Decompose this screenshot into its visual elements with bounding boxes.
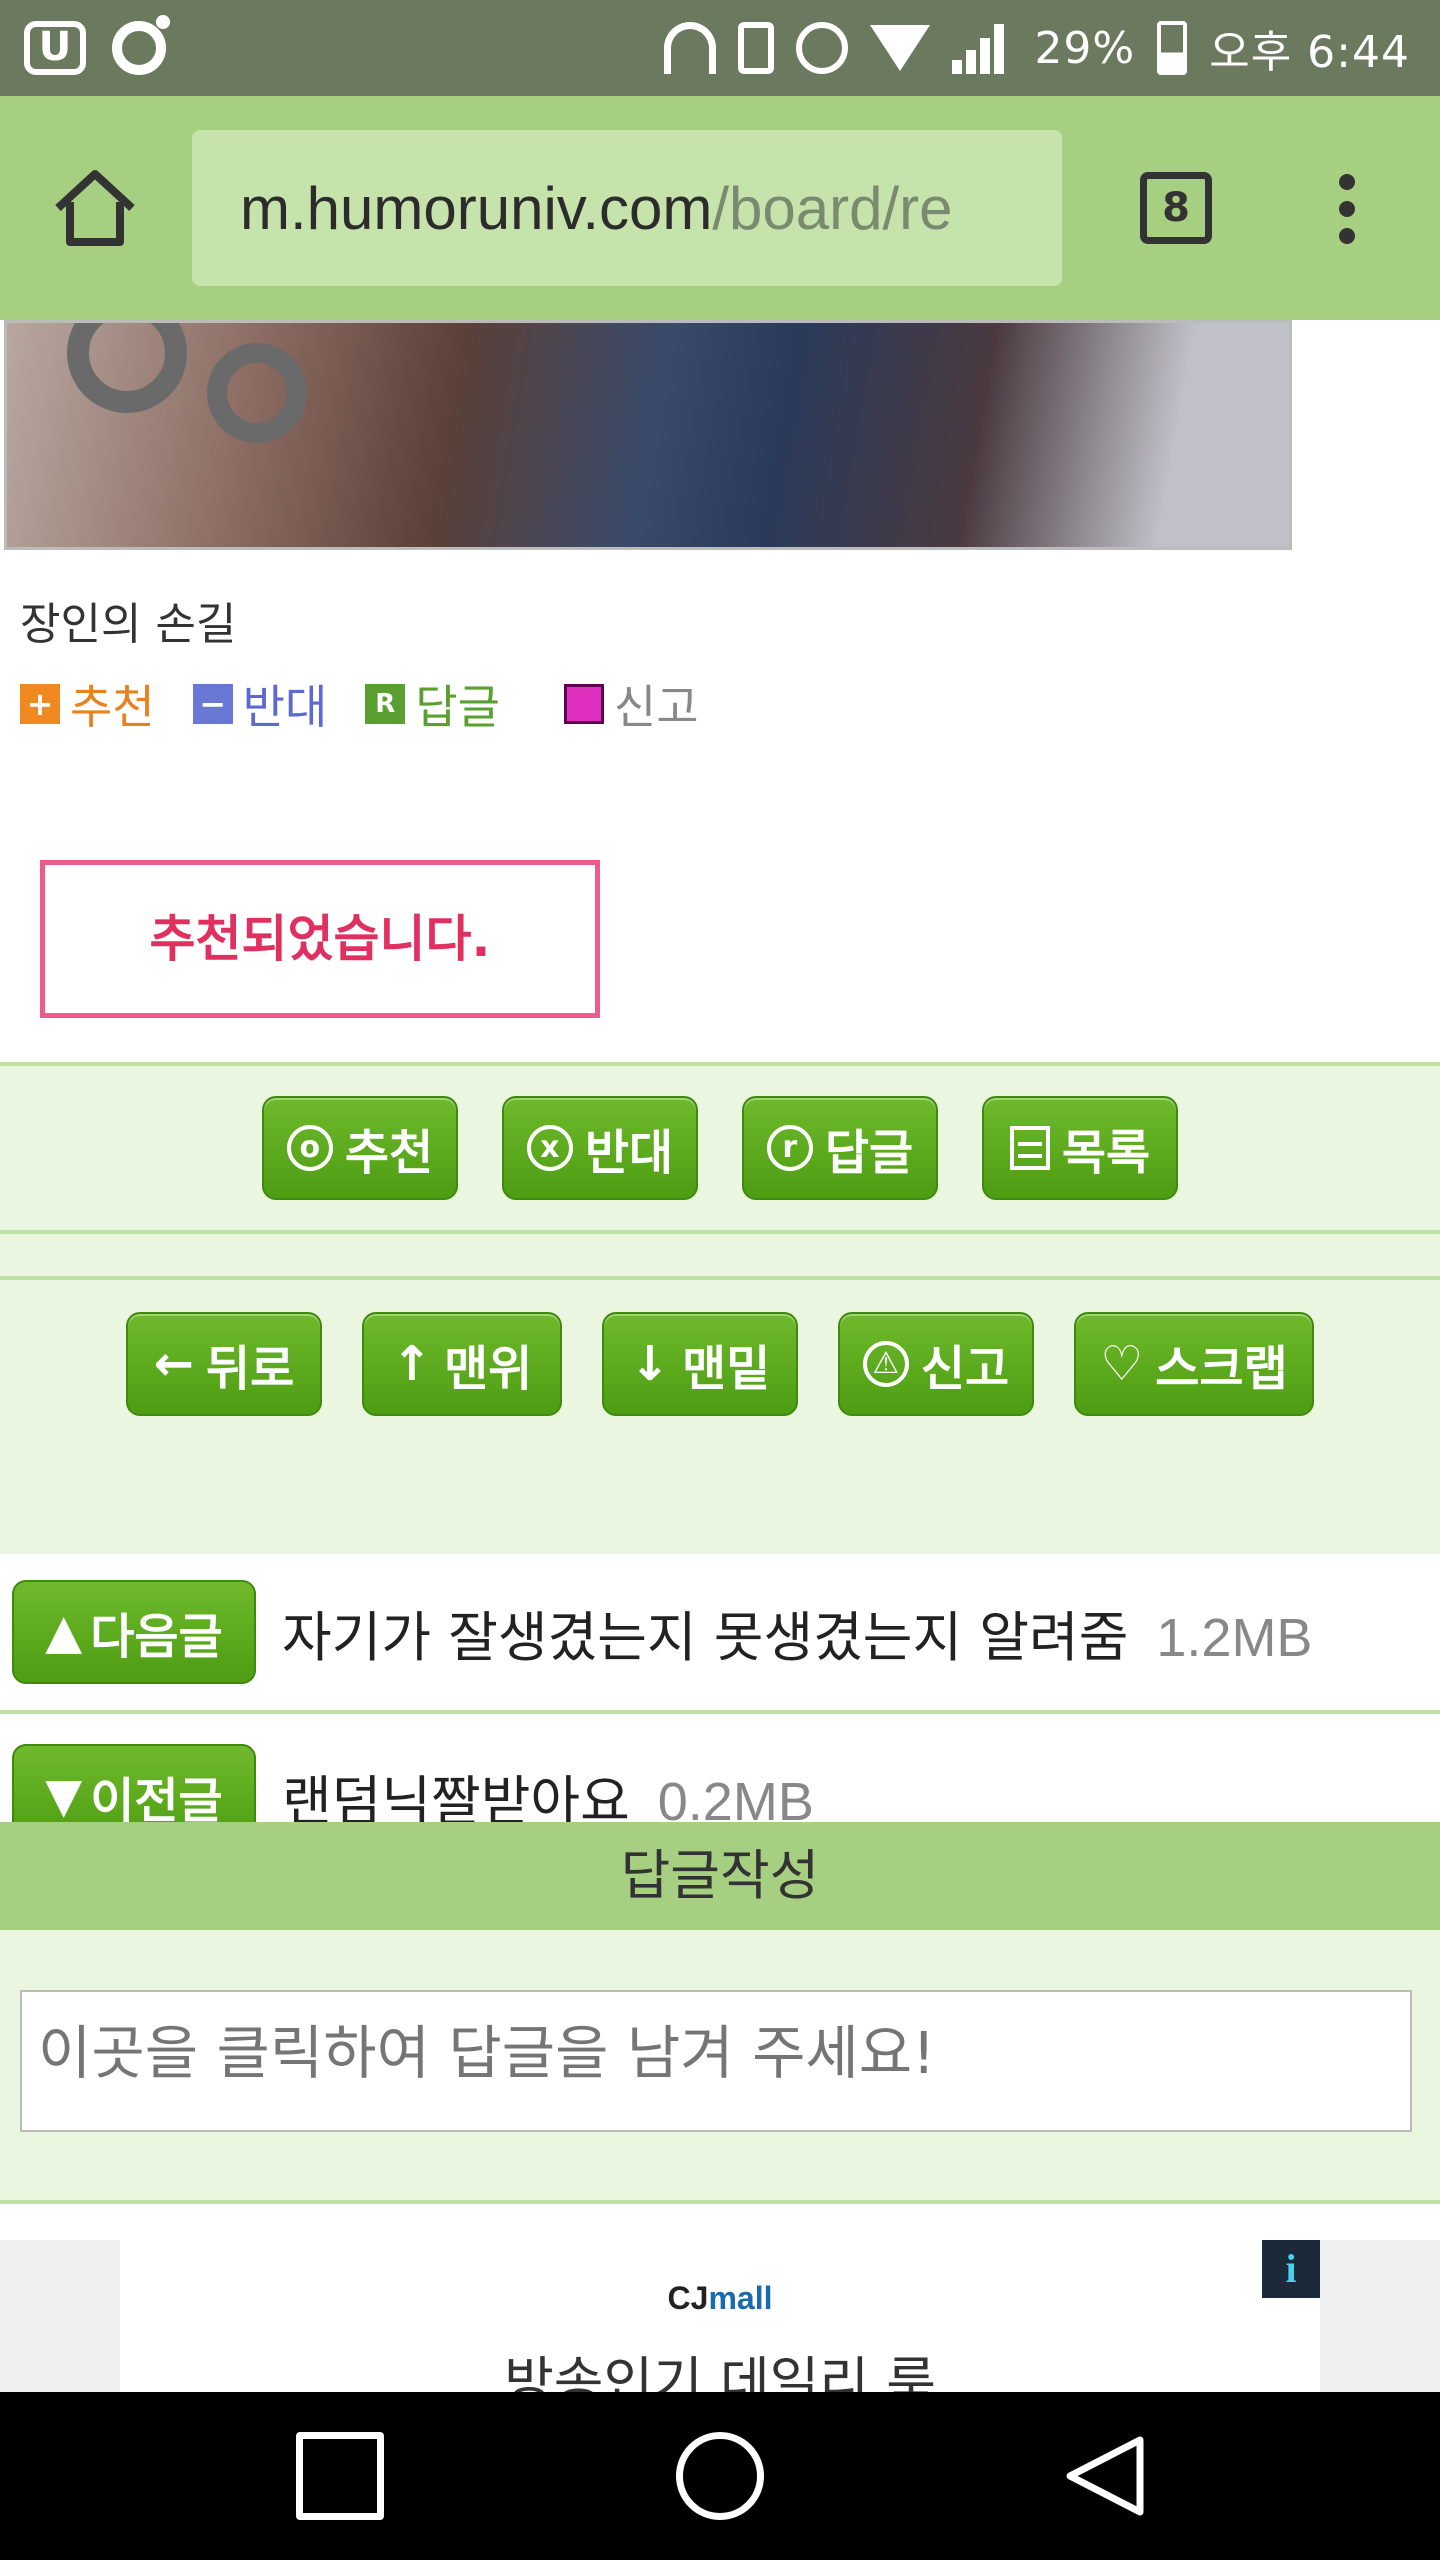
- recommended-notice: 추천되었습니다.: [40, 860, 600, 1018]
- arrow-down-icon: ↓: [629, 1336, 670, 1392]
- top-button-label: 맨위: [443, 1341, 533, 1397]
- reply-button-label: 답글: [824, 1125, 914, 1181]
- url-host: m.humoruniv.com: [240, 175, 713, 242]
- next-post-size: 1.2MB: [1156, 1607, 1313, 1668]
- battery-percent: 29%: [1034, 22, 1136, 74]
- report-icon: ⚠: [862, 1341, 909, 1387]
- home-circle-icon[interactable]: [676, 2432, 764, 2520]
- wifi-icon: [870, 25, 931, 71]
- image-decor-1: [67, 323, 187, 413]
- recommend-link[interactable]: + 추천: [20, 671, 155, 737]
- next-post-title: 자기가 잘생겼는지 못생겼는지 알려줌: [282, 1605, 1129, 1669]
- divider: [0, 1230, 1440, 1234]
- recommend-button-label: 추천: [344, 1125, 434, 1181]
- reply-link[interactable]: R 답글: [365, 671, 500, 737]
- top-button[interactable]: ↑ 맨위: [362, 1312, 562, 1416]
- oppose-link[interactable]: − 반대: [192, 671, 328, 737]
- reply-area: [0, 1930, 1440, 2204]
- url-bar[interactable]: m.humoruniv.com/board/re: [192, 130, 1062, 286]
- plus-icon: +: [20, 684, 60, 724]
- report-label: 신고: [613, 680, 699, 734]
- list-button[interactable]: 목록: [982, 1096, 1178, 1200]
- prev-post-button-label: 이전글: [90, 1773, 223, 1829]
- scrap-button[interactable]: ♡ 스크랩: [1074, 1312, 1314, 1416]
- post-actions: + 추천 − 반대 R 답글 신고: [20, 676, 737, 734]
- headset-icon: [664, 22, 717, 74]
- triangle-up-icon: ▲: [45, 1604, 83, 1660]
- overflow-menu-icon[interactable]: [1332, 174, 1362, 244]
- divider: [0, 1062, 1440, 1066]
- ad-banner[interactable]: CJmall 방송인기 데일리 룩 i: [0, 2240, 1440, 2392]
- status-bar: U 29% 오후 6:44: [0, 0, 1440, 96]
- url-path: /board/re: [712, 175, 953, 242]
- ad-logo-mall: mall: [708, 2280, 773, 2316]
- ad-text: 방송인기 데일리 룩: [504, 2351, 936, 2392]
- battery-icon: [1157, 21, 1188, 75]
- report-button-label: 신고: [920, 1341, 1010, 1397]
- bottom-button[interactable]: ↓ 맨밑: [602, 1312, 798, 1416]
- post-image: [4, 320, 1292, 550]
- system-nav-bar: [0, 2392, 1440, 2560]
- reply-textarea[interactable]: [20, 1990, 1412, 2132]
- status-left: U: [24, 14, 170, 82]
- u-plus-icon: U: [24, 21, 86, 75]
- cjmall-logo: CJmall: [120, 2280, 1320, 2317]
- scrap-button-label: 스크랩: [1155, 1341, 1288, 1397]
- oppose-label: 반대: [242, 680, 328, 734]
- status-right: 29% 오후 6:44: [664, 14, 1410, 82]
- report-icon: [563, 684, 604, 724]
- list-icon: [1009, 1126, 1050, 1170]
- vibrate-icon: [738, 22, 775, 74]
- ad-info-icon[interactable]: i: [1262, 2240, 1320, 2298]
- oppose-button-label: 반대: [584, 1125, 674, 1181]
- next-post-button-label: 다음글: [90, 1609, 223, 1665]
- oppose-button[interactable]: x 반대: [502, 1096, 698, 1200]
- signal-icon: [952, 22, 1012, 74]
- ad-content[interactable]: CJmall 방송인기 데일리 룩 i: [120, 2240, 1320, 2392]
- reply-icon: R: [365, 684, 406, 724]
- back-button[interactable]: ← 뒤로: [126, 1312, 322, 1416]
- triangle-down-icon: ▼: [45, 1768, 83, 1824]
- reply-header: 답글작성: [0, 1822, 1440, 1930]
- nav-button-row: ← 뒤로 ↑ 맨위 ↓ 맨밑 ⚠ 신고 ♡ 스크랩: [0, 1312, 1440, 1416]
- browser-toolbar: m.humoruniv.com/board/re 8: [0, 96, 1440, 320]
- arrow-up-icon: ↑: [391, 1336, 432, 1392]
- back-triangle-icon[interactable]: [1060, 2432, 1148, 2520]
- ad-logo-cj: CJ: [667, 2280, 709, 2316]
- back-button-label: 뒤로: [205, 1341, 295, 1397]
- reply-label: 답글: [415, 680, 500, 734]
- next-post-link[interactable]: 자기가 잘생겼는지 못생겼는지 알려줌 1.2MB: [282, 1593, 1312, 1672]
- image-decor-2: [207, 343, 307, 443]
- home-icon[interactable]: [50, 166, 140, 250]
- page-content: 장인의 손길 + 추천 − 반대 R 답글 신고 추천되었습니다. o 추천 x…: [0, 320, 1440, 2392]
- list-button-label: 목록: [1061, 1125, 1151, 1181]
- next-post-row[interactable]: ▲ 다음글 자기가 잘생겼는지 못생겼는지 알려줌 1.2MB: [0, 1554, 1440, 1714]
- circle-x-icon: x: [526, 1125, 573, 1171]
- post-caption: 장인의 손길: [20, 599, 237, 650]
- recommend-label: 추천: [70, 680, 155, 734]
- recommend-button[interactable]: o 추천: [262, 1096, 458, 1200]
- action-button-row: o 추천 x 반대 r 답글 목록: [0, 1096, 1440, 1200]
- button-panel: o 추천 x 반대 r 답글 목록 ← 뒤로 ↑ 맨위 ↓ 맨밑 ⚠ 신고 ♡ …: [0, 1062, 1440, 1554]
- arrow-left-icon: ←: [153, 1336, 194, 1392]
- circle-o-icon: o: [286, 1125, 333, 1171]
- bottom-button-label: 맨밑: [681, 1341, 771, 1397]
- circle-r-icon: r: [766, 1125, 813, 1171]
- clock: 오후 6:44: [1209, 27, 1410, 78]
- divider: [0, 1276, 1440, 1280]
- report-button[interactable]: ⚠ 신고: [838, 1312, 1034, 1416]
- recent-apps-icon[interactable]: [296, 2432, 384, 2520]
- tab-switcher-button[interactable]: 8: [1140, 172, 1212, 244]
- reply-button[interactable]: r 답글: [742, 1096, 938, 1200]
- url-text: m.humoruniv.com/board/re: [240, 174, 953, 243]
- heart-icon: ♡: [1100, 1336, 1144, 1392]
- o-app-icon: [112, 15, 170, 75]
- next-post-button[interactable]: ▲ 다음글: [12, 1580, 256, 1684]
- minus-icon: −: [192, 684, 233, 724]
- report-link[interactable]: 신고: [563, 671, 699, 737]
- url-fade: [982, 130, 1062, 286]
- alarm-icon: [796, 22, 849, 74]
